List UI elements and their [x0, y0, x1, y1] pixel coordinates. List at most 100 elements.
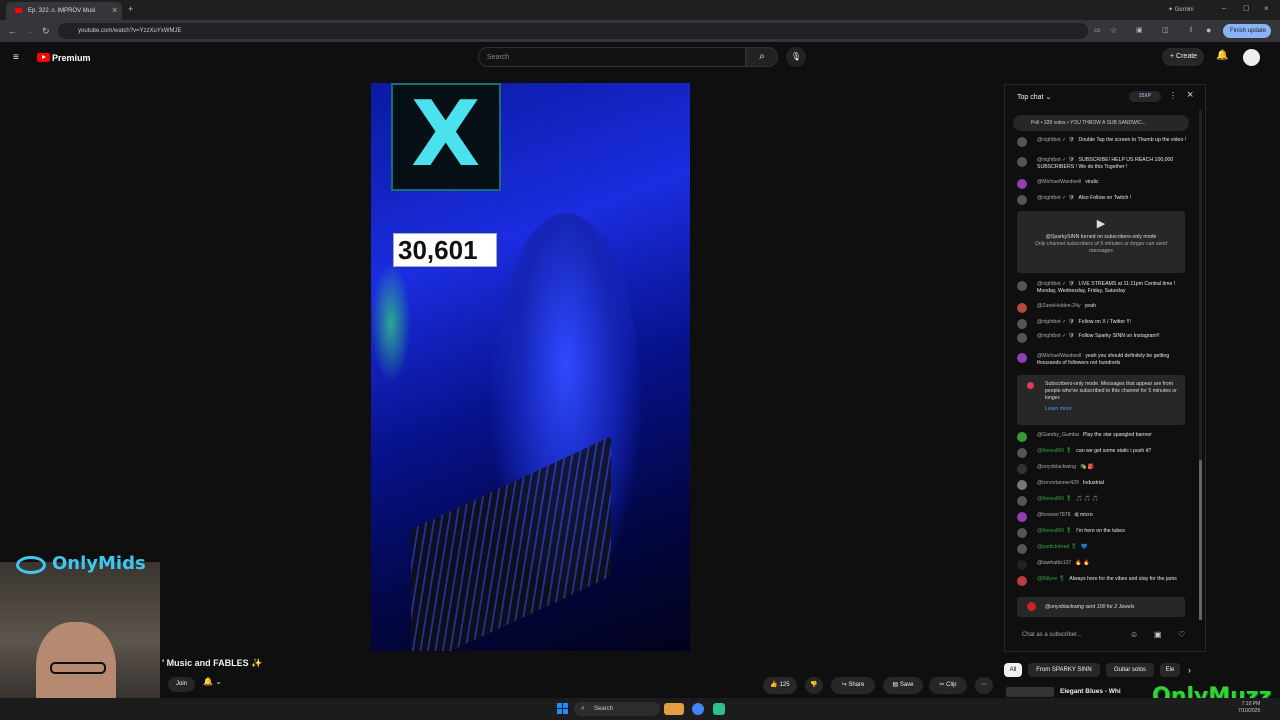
heart-icon[interactable]: ♡ — [1178, 630, 1185, 639]
chat-input[interactable]: Chat as a subscriber... — [1004, 626, 1206, 646]
chat-message: @firewall56 🎖 🎵 🎵 🎵 — [1017, 496, 1193, 506]
chat-scroll-thumb[interactable] — [1199, 460, 1202, 620]
close-tab-icon[interactable]: × — [112, 5, 117, 15]
reload-icon[interactable]: ↻ — [42, 26, 50, 36]
taskbar-app-icon[interactable] — [713, 703, 725, 715]
bookmark-star-icon[interactable]: ☆ — [1110, 26, 1117, 36]
maximize-icon[interactable]: ▢ — [1243, 4, 1250, 14]
live-chat-panel: Top chat ⌄ 25XP ⋮ × Poll • 328 votes • Y… — [1004, 84, 1206, 652]
chat-message: @tawhattis137 🔥 🔥 — [1017, 560, 1193, 570]
url-input[interactable]: youtube.com/watch?v=YzzXuYxWMJE — [58, 23, 1088, 39]
search-icon: ⌕ — [759, 51, 765, 62]
gemini-button[interactable]: ✦ Gemini — [1168, 5, 1194, 15]
subscribers-mode-notice: ▶ @SparkySINN turned on subscribers-only… — [1017, 211, 1185, 273]
close-window-icon[interactable]: × — [1264, 4, 1269, 14]
youtube-premium-logo[interactable]: Premium — [52, 53, 91, 63]
chat-message: @nightbot ✓ 🛡 SUBSCRIBE! HELP US REACH 10… — [1017, 157, 1193, 171]
search-icon: ⌕ — [581, 705, 585, 712]
close-chat-icon[interactable]: × — [1187, 89, 1193, 101]
search-input[interactable]: Search — [478, 47, 746, 67]
youtube-dot-icon — [1027, 382, 1034, 389]
cast-icon[interactable]: ▭ — [1094, 26, 1101, 36]
taskbar-search[interactable]: ⌕ Search — [574, 702, 660, 716]
join-button[interactable]: Join — [168, 677, 195, 692]
clip-button[interactable]: ✂ Clip — [929, 677, 967, 694]
gift-icon[interactable]: ▣ — [1154, 630, 1162, 639]
subscription-bell-button[interactable]: 🔔 ⌄ — [203, 677, 235, 692]
downloads-icon[interactable]: ⇩ — [1188, 26, 1194, 36]
mode-notice-text: Subscribers-only mode. Messages that app… — [1045, 381, 1177, 401]
rec-thumbnail[interactable] — [1006, 687, 1054, 697]
share-button[interactable]: ↪ Share — [831, 677, 875, 694]
webcam-overlay — [0, 562, 160, 720]
more-actions-button[interactable]: ⋯ — [975, 677, 993, 694]
subs-notice-title: @SparkySINN turned on subscribers-only m… — [1045, 234, 1157, 240]
save-icon: ▤ — [892, 682, 899, 688]
create-button[interactable]: + Create — [1162, 48, 1204, 66]
dislike-button[interactable]: 👎 — [805, 677, 823, 694]
tab-title: Ep. 322 ⚠ IMPROV Musi — [28, 8, 96, 14]
chat-message: @MichaelWardwell viralic — [1017, 179, 1193, 189]
minimize-icon[interactable]: – — [1222, 4, 1226, 14]
chat-message: @particlebrad 🎖 💙 — [1017, 544, 1193, 554]
back-icon[interactable]: ← — [8, 26, 17, 36]
avatar — [1027, 602, 1036, 611]
chat-message: @firewall56 🎖 can we get some static i pu… — [1017, 448, 1193, 458]
emoji-icon[interactable]: ☺ — [1130, 630, 1138, 639]
chip-guitar-solos[interactable]: Guitar solos — [1106, 663, 1154, 677]
chat-message: @nightbot ✓ 🛡 Follow Sparky SINN on Insta… — [1017, 333, 1193, 343]
chip-from-channel[interactable]: From SPARKY SINN — [1028, 663, 1100, 677]
bell-icon: 🔔 — [203, 677, 213, 686]
green-light — [371, 263, 411, 383]
chat-message: @Gamby_Gumba Play the star spangled banne… — [1017, 432, 1193, 442]
poll-banner[interactable]: Poll • 328 votes • YOU THROW A SUB SANDW… — [1013, 115, 1189, 131]
chat-message: @firewall56 🎖 I'm here on the tubes — [1017, 528, 1193, 538]
save-button[interactable]: ▤ Save — [883, 677, 923, 694]
video-square-icon: ▶ — [1096, 218, 1106, 230]
browser-tab-bar: Ep. 322 ⚠ IMPROV Musi × + ✦ Gemini – ▢ × — [0, 0, 1280, 20]
thumbs-down-icon: 👎 — [810, 682, 818, 688]
account-avatar[interactable] — [1243, 49, 1260, 66]
like-button[interactable]: 👍 125 — [763, 677, 797, 694]
extensions-icon[interactable]: ▣ — [1136, 26, 1143, 36]
x-neon-sign: X — [391, 83, 501, 191]
notifications-bell-icon[interactable]: 🔔 — [1216, 51, 1228, 61]
new-tab-button[interactable]: + — [128, 4, 133, 14]
profile-avatar[interactable]: ● — [1206, 25, 1211, 35]
taskbar-app-icon[interactable] — [664, 703, 684, 715]
learn-more-link[interactable]: Learn more — [1045, 406, 1177, 413]
chrome-taskbar-icon[interactable] — [692, 703, 704, 715]
youtube-logo-icon[interactable] — [37, 53, 50, 62]
finish-update-button[interactable]: Finish update — [1223, 24, 1271, 38]
browser-tab[interactable]: Ep. 322 ⚠ IMPROV Musi — [6, 2, 122, 20]
chip-electronic[interactable]: Ele — [1160, 663, 1180, 677]
onlymids-logo-icon — [16, 556, 46, 574]
chat-message: @bowser7878 dj micro — [1017, 512, 1193, 522]
chevron-right-icon[interactable]: › — [1188, 665, 1191, 675]
glasses — [50, 662, 106, 674]
rec-video-title[interactable]: Elegant Blues - Whi — [1060, 688, 1121, 695]
chat-message: @ZaneHolden-24y yeah — [1017, 303, 1193, 313]
subscribers-mode-info: Subscribers-only mode. Messages that app… — [1017, 375, 1185, 425]
system-clock[interactable]: 7:10 PM 7/10/2025 — [1238, 701, 1260, 715]
subscriber-counter: 30,601 — [393, 233, 497, 267]
sidepanel-icon[interactable]: ◫ — [1162, 26, 1169, 36]
scissors-icon: ✂ — [939, 682, 945, 688]
chat-message: @nightbot ✓ 🛡 LIVE STREAMS at 11:11pm Cen… — [1017, 281, 1193, 295]
chat-message: @nightbot ✓ 🛡 Also Follow on Twitch ! — [1017, 195, 1193, 205]
forward-icon[interactable]: → — [25, 26, 34, 36]
voice-search-button[interactable]: 🎙 — [786, 47, 806, 67]
chat-message: @Billyve 🎖 Always here for the vibes and … — [1017, 576, 1193, 586]
menu-icon[interactable]: ≡ — [13, 53, 19, 63]
xp-badge[interactable]: 25XP — [1129, 91, 1161, 102]
windows-start-icon[interactable] — [557, 703, 568, 714]
youtube-favicon-icon — [15, 8, 22, 13]
chip-all[interactable]: All — [1004, 663, 1022, 677]
more-icon: ⋯ — [981, 682, 987, 688]
super-chat-message: @onyxblackwing sent 100 for 2 Jewels — [1017, 597, 1185, 617]
subs-notice-sub: Only channel subscribers of 5 minutes or… — [1034, 241, 1168, 254]
chat-more-icon[interactable]: ⋮ — [1169, 91, 1177, 100]
video-player[interactable]: X 30,601 — [371, 83, 690, 651]
search-button[interactable]: ⌕ — [746, 47, 778, 67]
chevron-down-icon: ⌄ — [215, 677, 222, 686]
